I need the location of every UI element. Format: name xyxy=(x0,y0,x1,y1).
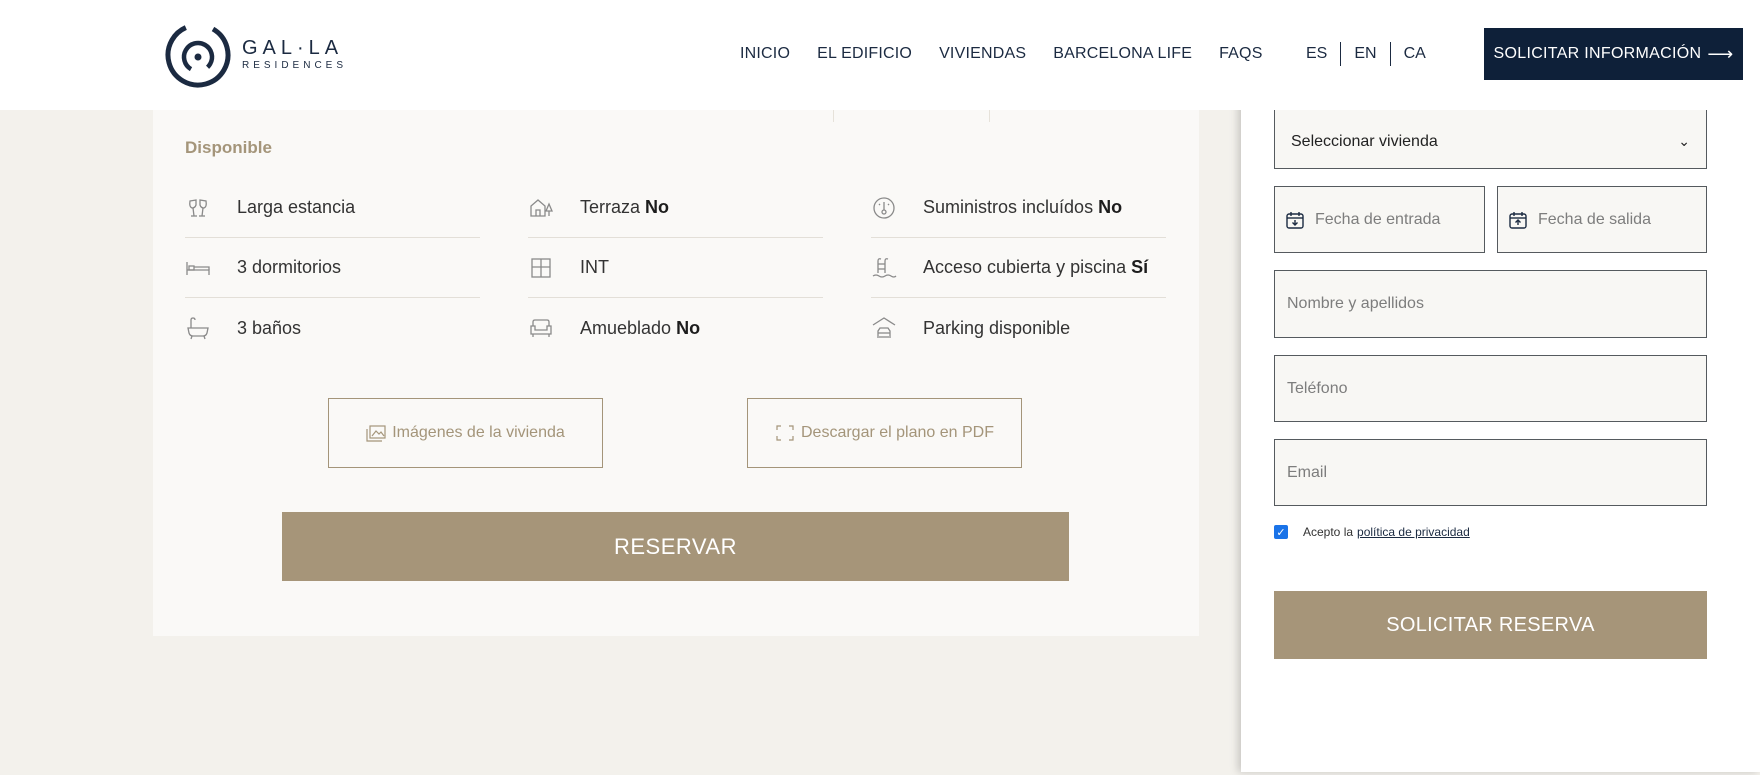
checkin-placeholder: Fecha de entrada xyxy=(1315,210,1441,228)
feature-value: Sí xyxy=(1131,257,1149,277)
feature-label: Suministros incluídos xyxy=(923,197,1094,217)
card-divider xyxy=(989,110,990,122)
download-plan-label: Descargar el plano en PDF xyxy=(801,424,994,441)
view-images-label: Imágenes de la vivienda xyxy=(392,424,565,441)
feature-label: 3 dormitorios xyxy=(237,257,342,277)
booking-form: Seleccionar vivienda ⌄ Fecha de entrada … xyxy=(1241,100,1760,772)
window-icon xyxy=(528,255,554,281)
sofa-icon xyxy=(528,315,554,341)
nav-item-barcelona-life[interactable]: BARCELONA LIFE xyxy=(1053,42,1192,66)
reserve-button[interactable]: RESERVAR xyxy=(282,512,1069,581)
request-info-button[interactable]: SOLICITAR INFORMACIÓN ⟶ xyxy=(1484,28,1743,80)
nav-item-faqs[interactable]: FAQS xyxy=(1219,42,1262,66)
expand-frame-icon xyxy=(776,425,794,441)
feature-value: No xyxy=(676,317,701,338)
bed-icon xyxy=(185,255,211,281)
language-switcher: ES EN CA xyxy=(1306,42,1426,66)
privacy-consent: ✓ Acepto la política de privacidad xyxy=(1274,525,1470,539)
download-plan-button[interactable]: Descargar el plano en PDF xyxy=(747,398,1022,468)
gallery-icon xyxy=(366,425,386,442)
lang-divider xyxy=(1340,42,1342,66)
feature-label: Amueblado xyxy=(580,317,672,338)
request-info-label: SOLICITAR INFORMACIÓN xyxy=(1493,45,1702,62)
feature-bathrooms: 3 baños xyxy=(185,298,480,358)
feature-orientation: INT xyxy=(528,238,823,298)
phone-placeholder: Teléfono xyxy=(1287,379,1348,397)
feature-value: No xyxy=(1098,197,1123,217)
privacy-policy-link[interactable]: política de privacidad xyxy=(1357,525,1470,539)
site-header: GAL·LA RESIDENCES INICIO EL EDIFICIO VIV… xyxy=(0,0,1760,110)
feature-parking: Parking disponible xyxy=(871,298,1166,358)
house-tree-icon xyxy=(528,195,554,221)
arrow-right-icon: ⟶ xyxy=(1707,43,1734,64)
feature-label: Terraza xyxy=(580,197,641,217)
main-nav: INICIO EL EDIFICIO VIVIENDAS BARCELONA L… xyxy=(740,42,1263,66)
lang-divider xyxy=(1389,42,1391,66)
feature-label: Larga estancia xyxy=(237,197,356,217)
checkout-date-field[interactable]: Fecha de salida xyxy=(1497,186,1707,253)
feature-label: 3 baños xyxy=(237,317,302,338)
pool-ladder-icon xyxy=(871,255,897,281)
view-images-button[interactable]: Imágenes de la vivienda xyxy=(328,398,603,468)
calendar-down-icon xyxy=(1286,211,1304,229)
galla-logo-icon xyxy=(165,22,231,88)
unit-select[interactable]: Seleccionar vivienda ⌄ xyxy=(1274,100,1707,169)
lang-ca[interactable]: CA xyxy=(1404,42,1426,66)
email-field[interactable]: Email xyxy=(1274,439,1707,506)
privacy-text: Acepto la xyxy=(1303,525,1354,539)
calendar-up-icon xyxy=(1509,211,1527,229)
feature-bedrooms: 3 dormitorios xyxy=(185,238,480,298)
feature-furnished: Amueblado No xyxy=(528,298,823,358)
brand-subtitle: RESIDENCES xyxy=(242,60,348,71)
availability-status: Disponible xyxy=(185,138,272,157)
garage-car-icon xyxy=(871,315,897,341)
bathtub-icon xyxy=(185,315,211,341)
glasses-cheers-icon xyxy=(185,195,211,221)
feature-label: Acceso cubierta y piscina xyxy=(923,257,1127,277)
nav-item-inicio[interactable]: INICIO xyxy=(740,42,790,66)
lang-en[interactable]: EN xyxy=(1354,42,1376,66)
checkout-placeholder: Fecha de salida xyxy=(1538,210,1651,228)
name-placeholder: Nombre y apellidos xyxy=(1287,295,1424,312)
property-card: Disponible Larga estancia Terraza No Sum… xyxy=(153,110,1199,636)
request-booking-button[interactable]: SOLICITAR RESERVA xyxy=(1274,591,1707,659)
email-placeholder: Email xyxy=(1287,463,1328,481)
nav-item-el-edificio[interactable]: EL EDIFICIO xyxy=(817,42,912,66)
brand-name: GAL·LA xyxy=(242,37,344,59)
feature-terrace: Terraza No xyxy=(528,178,823,238)
feature-value: No xyxy=(645,197,670,217)
feature-pool-access: Acceso cubierta y piscina Sí xyxy=(871,238,1166,298)
thermometer-icon xyxy=(871,195,897,221)
feature-utilities: Suministros incluídos No xyxy=(871,178,1166,238)
feature-long-stay: Larga estancia xyxy=(185,178,480,238)
card-divider xyxy=(833,110,834,122)
checkin-date-field[interactable]: Fecha de entrada xyxy=(1274,186,1485,253)
brand-logo[interactable]: GAL·LA RESIDENCES xyxy=(164,20,354,90)
name-field[interactable]: Nombre y apellidos xyxy=(1274,270,1707,338)
privacy-checkbox[interactable]: ✓ xyxy=(1274,525,1288,539)
lang-es[interactable]: ES xyxy=(1306,42,1327,66)
nav-item-viviendas[interactable]: VIVIENDAS xyxy=(939,42,1026,66)
feature-label: INT xyxy=(580,257,609,277)
unit-select-value: Seleccionar vivienda xyxy=(1291,132,1438,150)
chevron-down-icon: ⌄ xyxy=(1678,133,1690,149)
feature-label: Parking disponible xyxy=(923,317,1071,338)
phone-field[interactable]: Teléfono xyxy=(1274,355,1707,422)
feature-list: Larga estancia Terraza No Suministros in… xyxy=(185,178,1167,358)
